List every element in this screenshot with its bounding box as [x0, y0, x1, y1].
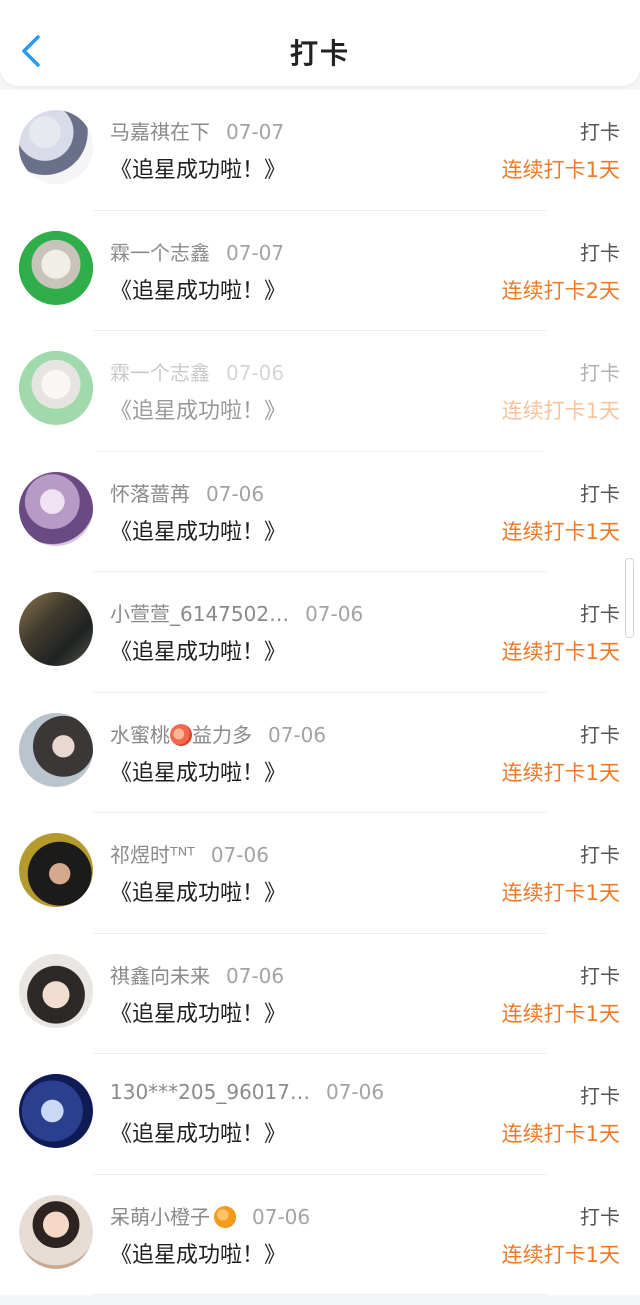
streak-badge: 连续打卡1天	[501, 519, 620, 544]
list-item[interactable]: 水蜜桃 益力多 07-06 《追星成功啦！》 打卡 连续打卡1天	[0, 692, 640, 813]
checkin-message: 《追星成功啦！》	[110, 1242, 287, 1268]
username[interactable]: 祺鑫向未来	[110, 964, 210, 988]
checkin-label: 打卡	[580, 240, 620, 265]
checkin-date: 07-07	[226, 240, 285, 265]
avatar[interactable]	[19, 110, 93, 184]
checkin-date: 07-07	[226, 120, 285, 144]
checkin-message: 《追星成功啦！》	[110, 1122, 287, 1147]
streak-badge: 连续打卡1天	[501, 399, 620, 423]
avatar[interactable]	[19, 953, 93, 1028]
checkin-date: 07-06	[325, 1080, 385, 1104]
streak-badge: 连续打卡1天	[501, 1001, 620, 1026]
username[interactable]: 霖一个志鑫	[110, 241, 210, 265]
checkin-date: 07-06	[210, 843, 269, 867]
username[interactable]: 马嘉祺在下	[110, 120, 210, 144]
checkin-message: 《追星成功啦！》	[110, 640, 287, 665]
peach-emoji-icon	[170, 723, 192, 746]
list-item[interactable]: 马嘉祺在下 07-07 《追星成功啦！》 打卡 连续打卡1天	[0, 90, 640, 211]
avatar[interactable]	[19, 230, 93, 305]
list-item[interactable]: 怀落蔷苒 07-06 《追星成功啦！》 打卡 连续打卡1天	[0, 451, 640, 572]
username[interactable]: 130***205_96017…	[110, 1080, 310, 1104]
avatar[interactable]	[19, 471, 93, 546]
checkin-label: 打卡	[580, 722, 620, 747]
checkin-date: 07-06	[206, 481, 265, 506]
checkin-label: 打卡	[580, 1204, 620, 1229]
list-item[interactable]: 霖一个志鑫 07-06 《追星成功啦！》 打卡 连续打卡1天	[0, 331, 640, 452]
checkin-date: 07-06	[226, 361, 285, 385]
username[interactable]: 霖一个志鑫	[110, 361, 210, 385]
checkin-label: 打卡	[580, 843, 620, 867]
streak-badge: 连续打卡1天	[501, 881, 620, 905]
checkin-message: 《追星成功啦！》	[110, 881, 287, 906]
checkin-message: 《追星成功啦！》	[110, 519, 287, 545]
avatar[interactable]	[19, 592, 93, 666]
checkin-message: 《追星成功啦！》	[110, 278, 287, 304]
checkin-label: 打卡	[580, 963, 620, 988]
checkin-list: 马嘉祺在下 07-07 《追星成功啦！》 打卡 连续打卡1天 霖一个志鑫 07-07…	[0, 90, 640, 1295]
checkin-label: 打卡	[580, 120, 620, 144]
avatar[interactable]	[19, 712, 93, 787]
avatar[interactable]	[19, 351, 93, 425]
checkin-label: 打卡	[580, 602, 620, 626]
checkin-message: 《追星成功啦！》	[110, 760, 287, 786]
streak-badge: 连续打卡1天	[501, 1242, 620, 1267]
checkin-message: 《追星成功啦！》	[110, 1001, 287, 1027]
list-item[interactable]: 130***205_96017… 07-06 《追星成功啦！》 打卡 连续打卡1天	[0, 1054, 640, 1175]
avatar[interactable]	[19, 1074, 93, 1148]
streak-badge: 连续打卡1天	[501, 158, 620, 182]
list-item[interactable]: 呆萌小橙子 07-06 《追星成功啦！》 打卡 连续打卡1天	[0, 1174, 640, 1295]
list-item[interactable]: 小萱萱_6147502… 07-06 《追星成功啦！》 打卡 连续打卡1天	[0, 572, 640, 693]
username[interactable]: 怀落蔷苒	[110, 482, 190, 506]
checkin-date: 07-06	[305, 602, 364, 626]
list-item[interactable]: 祺鑫向未来 07-06 《追星成功啦！》 打卡 连续打卡1天	[0, 933, 640, 1054]
scrollbar[interactable]	[625, 558, 634, 638]
checkin-label: 打卡	[580, 1084, 620, 1108]
username[interactable]: 小萱萱_6147502…	[110, 602, 289, 626]
avatar[interactable]	[19, 833, 93, 907]
divider	[94, 1294, 546, 1295]
checkin-date: 07-06	[226, 963, 285, 988]
avatar[interactable]	[19, 1194, 93, 1269]
streak-badge: 连续打卡1天	[501, 640, 620, 664]
top-bar: 打卡	[0, 0, 640, 86]
checkin-date: 07-06	[268, 722, 327, 747]
orange-emoji-icon	[214, 1205, 236, 1228]
username[interactable]: 水蜜桃	[110, 723, 170, 747]
checkin-date: 07-06	[252, 1204, 311, 1229]
checkin-message: 《追星成功啦！》	[110, 158, 287, 183]
streak-badge: 连续打卡1天	[501, 760, 620, 785]
checkin-label: 打卡	[580, 481, 620, 506]
page-title: 打卡	[289, 37, 350, 70]
username[interactable]: 呆萌小橙子	[110, 1205, 210, 1229]
username[interactable]: 祁煜时ᵀᴺᵀ	[110, 843, 195, 867]
streak-badge: 连续打卡1天	[501, 1122, 620, 1146]
username-suffix: 益力多	[192, 722, 252, 747]
streak-badge: 连续打卡2天	[501, 278, 620, 303]
list-item[interactable]: 祁煜时ᵀᴺᵀ 07-06 《追星成功啦！》 打卡 连续打卡1天	[0, 813, 640, 934]
checkin-message: 《追星成功啦！》	[110, 399, 287, 424]
list-item[interactable]: 霖一个志鑫 07-07 《追星成功啦！》 打卡 连续打卡2天	[0, 210, 640, 331]
checkin-label: 打卡	[580, 361, 620, 385]
